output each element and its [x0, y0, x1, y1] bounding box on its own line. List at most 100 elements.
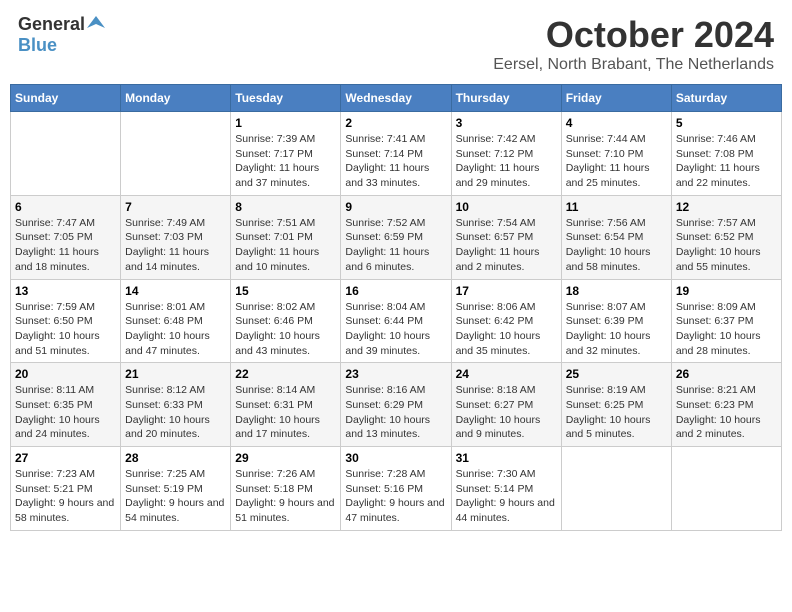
- calendar-cell: [11, 112, 121, 196]
- calendar-cell: 6 Sunrise: 7:47 AMSunset: 7:05 PMDaylight…: [11, 195, 121, 279]
- day-number: 19: [676, 284, 777, 298]
- day-info: Sunrise: 8:11 AMSunset: 6:35 PMDaylight:…: [15, 383, 116, 442]
- day-number: 15: [235, 284, 336, 298]
- day-number: 9: [345, 200, 446, 214]
- day-info: Sunrise: 7:56 AMSunset: 6:54 PMDaylight:…: [566, 216, 667, 275]
- day-info: Sunrise: 7:54 AMSunset: 6:57 PMDaylight:…: [456, 216, 557, 275]
- calendar-cell: [671, 447, 781, 531]
- calendar-cell: 15 Sunrise: 8:02 AMSunset: 6:46 PMDayligh…: [231, 279, 341, 363]
- calendar-cell: 12 Sunrise: 7:57 AMSunset: 6:52 PMDayligh…: [671, 195, 781, 279]
- day-number: 5: [676, 116, 777, 130]
- weekday-header-thursday: Thursday: [451, 85, 561, 112]
- calendar-cell: 21 Sunrise: 8:12 AMSunset: 6:33 PMDayligh…: [121, 363, 231, 447]
- weekday-header-friday: Friday: [561, 85, 671, 112]
- day-info: Sunrise: 8:06 AMSunset: 6:42 PMDaylight:…: [456, 300, 557, 359]
- day-info: Sunrise: 7:39 AMSunset: 7:17 PMDaylight:…: [235, 132, 336, 191]
- day-info: Sunrise: 8:07 AMSunset: 6:39 PMDaylight:…: [566, 300, 667, 359]
- day-info: Sunrise: 7:47 AMSunset: 7:05 PMDaylight:…: [15, 216, 116, 275]
- logo-blue: Blue: [18, 35, 57, 56]
- day-info: Sunrise: 7:44 AMSunset: 7:10 PMDaylight:…: [566, 132, 667, 191]
- calendar-cell: 19 Sunrise: 8:09 AMSunset: 6:37 PMDayligh…: [671, 279, 781, 363]
- day-info: Sunrise: 8:14 AMSunset: 6:31 PMDaylight:…: [235, 383, 336, 442]
- day-info: Sunrise: 8:16 AMSunset: 6:29 PMDaylight:…: [345, 383, 446, 442]
- day-number: 26: [676, 367, 777, 381]
- calendar-cell: 29 Sunrise: 7:26 AMSunset: 5:18 PMDayligh…: [231, 447, 341, 531]
- calendar-cell: 23Sunrise: 8:16 AMSunset: 6:29 PMDayligh…: [341, 363, 451, 447]
- day-number: 28: [125, 451, 226, 465]
- weekday-header-monday: Monday: [121, 85, 231, 112]
- day-info: Sunrise: 8:18 AMSunset: 6:27 PMDaylight:…: [456, 383, 557, 442]
- day-info: Sunrise: 7:25 AMSunset: 5:19 PMDaylight:…: [125, 467, 226, 526]
- day-info: Sunrise: 7:51 AMSunset: 7:01 PMDaylight:…: [235, 216, 336, 275]
- day-info: Sunrise: 7:23 AMSunset: 5:21 PMDaylight:…: [15, 467, 116, 526]
- day-info: Sunrise: 7:57 AMSunset: 6:52 PMDaylight:…: [676, 216, 777, 275]
- day-number: 1: [235, 116, 336, 130]
- calendar-cell: 20 Sunrise: 8:11 AMSunset: 6:35 PMDayligh…: [11, 363, 121, 447]
- day-info: Sunrise: 8:19 AMSunset: 6:25 PMDaylight:…: [566, 383, 667, 442]
- day-info: Sunrise: 8:02 AMSunset: 6:46 PMDaylight:…: [235, 300, 336, 359]
- day-info: Sunrise: 7:26 AMSunset: 5:18 PMDaylight:…: [235, 467, 336, 526]
- calendar-cell: 17 Sunrise: 8:06 AMSunset: 6:42 PMDayligh…: [451, 279, 561, 363]
- calendar-cell: 28 Sunrise: 7:25 AMSunset: 5:19 PMDayligh…: [121, 447, 231, 531]
- calendar-cell: 25 Sunrise: 8:19 AMSunset: 6:25 PMDayligh…: [561, 363, 671, 447]
- calendar-cell: 7 Sunrise: 7:49 AMSunset: 7:03 PMDaylight…: [121, 195, 231, 279]
- day-info: Sunrise: 7:41 AMSunset: 7:14 PMDaylight:…: [345, 132, 446, 191]
- day-info: Sunrise: 8:21 AMSunset: 6:23 PMDaylight:…: [676, 383, 777, 442]
- day-number: 10: [456, 200, 557, 214]
- day-info: Sunrise: 8:09 AMSunset: 6:37 PMDaylight:…: [676, 300, 777, 359]
- day-number: 31: [456, 451, 557, 465]
- calendar-cell: 14Sunrise: 8:01 AMSunset: 6:48 PMDayligh…: [121, 279, 231, 363]
- day-number: 14: [125, 284, 226, 298]
- day-info: Sunrise: 8:12 AMSunset: 6:33 PMDaylight:…: [125, 383, 226, 442]
- day-number: 27: [15, 451, 116, 465]
- day-number: 21: [125, 367, 226, 381]
- day-number: 6: [15, 200, 116, 214]
- calendar-cell: 16Sunrise: 8:04 AMSunset: 6:44 PMDayligh…: [341, 279, 451, 363]
- title-block: October 2024 Eersel, North Brabant, The …: [493, 14, 774, 74]
- calendar-cell: 5 Sunrise: 7:46 AMSunset: 7:08 PMDaylight…: [671, 112, 781, 196]
- calendar-cell: 31 Sunrise: 7:30 AMSunset: 5:14 PMDayligh…: [451, 447, 561, 531]
- weekday-header-tuesday: Tuesday: [231, 85, 341, 112]
- day-number: 30: [345, 451, 446, 465]
- calendar-cell: 4Sunrise: 7:44 AMSunset: 7:10 PMDaylight…: [561, 112, 671, 196]
- calendar-cell: 2 Sunrise: 7:41 AMSunset: 7:14 PMDaylight…: [341, 112, 451, 196]
- location-title: Eersel, North Brabant, The Netherlands: [493, 56, 774, 74]
- day-number: 7: [125, 200, 226, 214]
- calendar-cell: 24Sunrise: 8:18 AMSunset: 6:27 PMDayligh…: [451, 363, 561, 447]
- day-number: 11: [566, 200, 667, 214]
- logo: General Blue: [18, 14, 105, 56]
- day-number: 17: [456, 284, 557, 298]
- day-number: 22: [235, 367, 336, 381]
- calendar-cell: 9 Sunrise: 7:52 AMSunset: 6:59 PMDaylight…: [341, 195, 451, 279]
- calendar-cell: 18Sunrise: 8:07 AMSunset: 6:39 PMDayligh…: [561, 279, 671, 363]
- day-info: Sunrise: 7:30 AMSunset: 5:14 PMDaylight:…: [456, 467, 557, 526]
- day-info: Sunrise: 7:42 AMSunset: 7:12 PMDaylight:…: [456, 132, 557, 191]
- calendar-week-3: 13Sunrise: 7:59 AMSunset: 6:50 PMDayligh…: [11, 279, 782, 363]
- day-info: Sunrise: 8:04 AMSunset: 6:44 PMDaylight:…: [345, 300, 446, 359]
- weekday-header-row: SundayMondayTuesdayWednesdayThursdayFrid…: [11, 85, 782, 112]
- page-header: General Blue October 2024 Eersel, North …: [10, 10, 782, 78]
- day-number: 2: [345, 116, 446, 130]
- day-info: Sunrise: 7:46 AMSunset: 7:08 PMDaylight:…: [676, 132, 777, 191]
- calendar-cell: 30Sunrise: 7:28 AMSunset: 5:16 PMDayligh…: [341, 447, 451, 531]
- calendar-cell: 10 Sunrise: 7:54 AMSunset: 6:57 PMDayligh…: [451, 195, 561, 279]
- calendar-cell: 13Sunrise: 7:59 AMSunset: 6:50 PMDayligh…: [11, 279, 121, 363]
- day-number: 13: [15, 284, 116, 298]
- weekday-header-saturday: Saturday: [671, 85, 781, 112]
- day-info: Sunrise: 7:49 AMSunset: 7:03 PMDaylight:…: [125, 216, 226, 275]
- weekday-header-sunday: Sunday: [11, 85, 121, 112]
- day-info: Sunrise: 7:52 AMSunset: 6:59 PMDaylight:…: [345, 216, 446, 275]
- calendar-week-1: 1 Sunrise: 7:39 AMSunset: 7:17 PMDaylight…: [11, 112, 782, 196]
- calendar-body: 1 Sunrise: 7:39 AMSunset: 7:17 PMDaylight…: [11, 112, 782, 531]
- day-number: 25: [566, 367, 667, 381]
- calendar-table: SundayMondayTuesdayWednesdayThursdayFrid…: [10, 84, 782, 531]
- logo-general: General: [18, 14, 85, 35]
- day-number: 20: [15, 367, 116, 381]
- calendar-cell: 26 Sunrise: 8:21 AMSunset: 6:23 PMDayligh…: [671, 363, 781, 447]
- day-number: 29: [235, 451, 336, 465]
- day-number: 12: [676, 200, 777, 214]
- calendar-cell: [561, 447, 671, 531]
- weekday-header-wednesday: Wednesday: [341, 85, 451, 112]
- calendar-cell: 1 Sunrise: 7:39 AMSunset: 7:17 PMDaylight…: [231, 112, 341, 196]
- calendar-cell: 3Sunrise: 7:42 AMSunset: 7:12 PMDaylight…: [451, 112, 561, 196]
